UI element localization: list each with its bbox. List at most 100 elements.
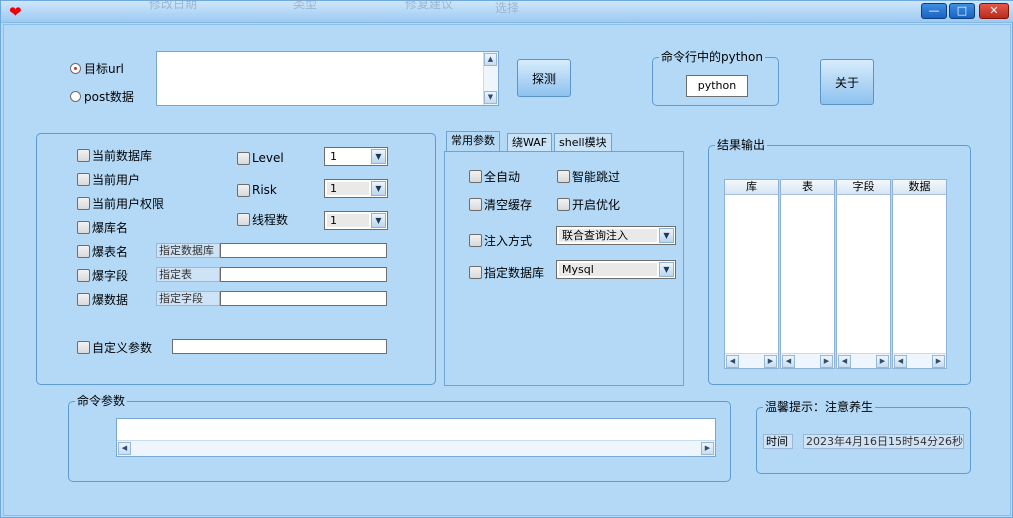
spec-db-input[interactable] <box>220 243 387 258</box>
tips-group-title: 温馨提示：注意养生 <box>763 400 876 414</box>
checkbox-clear-cache[interactable]: 清空缓存 <box>469 196 532 213</box>
results-list-db[interactable]: 库 ◀ ▶ <box>724 179 779 369</box>
column-header[interactable]: 库 <box>725 180 778 195</box>
checkbox-box <box>237 213 250 226</box>
db-type-select[interactable]: Mysql ▼ <box>556 260 676 279</box>
checkbox-dump-tables[interactable]: 爆表名 <box>77 243 128 260</box>
checkbox-threads[interactable]: 线程数 <box>237 211 288 228</box>
scroll-left-icon[interactable]: ◀ <box>782 355 795 368</box>
horizontal-scrollbar[interactable]: ◀ ▶ <box>837 353 890 368</box>
time-value: 2023年4月16日15时54分26秒 <box>803 434 964 449</box>
scroll-right-icon[interactable]: ▶ <box>820 355 833 368</box>
tab-common-params[interactable]: 常用参数 <box>446 131 500 152</box>
level-select[interactable]: 1 ▼ <box>324 147 388 166</box>
checkbox-custom-param[interactable]: 自定义参数 <box>77 339 152 356</box>
client-area: 目标url post数据 ▲ ▼ 探测 命令行中的python python 关… <box>3 24 1011 516</box>
command-output[interactable]: ◀ ▶ <box>116 418 716 457</box>
horizontal-scrollbar[interactable]: ◀ ▶ <box>725 353 778 368</box>
close-button[interactable]: ✕ <box>979 3 1009 19</box>
checkbox-dump-columns[interactable]: 爆字段 <box>77 267 128 284</box>
checkbox-box <box>77 197 90 210</box>
column-header[interactable]: 数据 <box>893 180 946 195</box>
checkbox-dump-dbs[interactable]: 爆库名 <box>77 219 128 236</box>
checkbox-label: 当前用户权限 <box>92 197 165 211</box>
common-params-panel: 全自动 智能跳过 清空缓存 开启优化 注入方式 联合查询注入 ▼ 指定数据库 My… <box>444 151 684 386</box>
checkbox-inject-method[interactable]: 注入方式 <box>469 232 532 249</box>
scroll-up-icon[interactable]: ▲ <box>484 53 497 66</box>
ghost-text-1: 修改日期 <box>149 0 198 11</box>
spec-field-input[interactable] <box>220 291 387 306</box>
checkbox-label: 当前数据库 <box>92 149 153 163</box>
horizontal-scrollbar[interactable]: ◀ ▶ <box>781 353 834 368</box>
scroll-left-icon[interactable]: ◀ <box>894 355 907 368</box>
custom-param-input[interactable] <box>172 339 387 354</box>
tab-shell-module[interactable]: shell模块 <box>554 133 612 152</box>
inject-method-select[interactable]: 联合查询注入 ▼ <box>556 226 676 245</box>
chevron-down-icon[interactable]: ▼ <box>371 149 386 164</box>
risk-select-value: 1 <box>330 182 337 195</box>
spec-table-input[interactable] <box>220 267 387 282</box>
checkbox-current-user[interactable]: 当前用户 <box>77 171 140 188</box>
chevron-down-icon[interactable]: ▼ <box>659 262 674 277</box>
about-button[interactable]: 关于 <box>820 59 874 105</box>
scroll-left-icon[interactable]: ◀ <box>726 355 739 368</box>
python-path-input[interactable]: python <box>686 75 748 97</box>
checkbox-label: 注入方式 <box>484 234 533 248</box>
checkbox-label: 指定数据库 <box>484 266 545 280</box>
checkbox-label: 线程数 <box>252 213 289 227</box>
chevron-down-icon[interactable]: ▼ <box>371 213 386 228</box>
python-group-title: 命令行中的python <box>659 50 765 64</box>
risk-select[interactable]: 1 ▼ <box>324 179 388 198</box>
column-header[interactable]: 表 <box>781 180 834 195</box>
scroll-right-icon[interactable]: ▶ <box>932 355 945 368</box>
chevron-down-icon[interactable]: ▼ <box>659 228 674 243</box>
checkbox-box <box>237 183 250 197</box>
threads-select[interactable]: 1 ▼ <box>324 211 388 230</box>
checkbox-box <box>469 266 482 279</box>
url-input[interactable]: ▲ ▼ <box>156 51 499 106</box>
chevron-down-icon[interactable]: ▼ <box>371 181 386 196</box>
scroll-right-icon[interactable]: ▶ <box>876 355 889 368</box>
checkbox-auto[interactable]: 全自动 <box>469 168 520 185</box>
checkbox-box <box>469 234 482 247</box>
spec-field-label: 指定字段 <box>156 291 220 306</box>
probe-button[interactable]: 探测 <box>517 59 571 97</box>
checkbox-box <box>77 245 90 258</box>
minimize-button[interactable]: — <box>921 3 947 19</box>
checkbox-spec-db[interactable]: 指定数据库 <box>469 264 544 281</box>
results-list-data[interactable]: 数据 ◀ ▶ <box>892 179 947 369</box>
radio-selected-indicator <box>70 63 81 74</box>
checkbox-label: Level <box>252 151 284 165</box>
checkbox-label: 智能跳过 <box>572 170 621 184</box>
spec-db-label: 指定数据库 <box>156 243 220 258</box>
results-list-field[interactable]: 字段 ◀ ▶ <box>836 179 891 369</box>
checkbox-label: 当前用户 <box>92 173 141 187</box>
title-bar: ❤ 修改日期 类型 修复建议 选择 — □ ✕ <box>1 0 1013 23</box>
scroll-left-icon[interactable]: ◀ <box>118 442 131 455</box>
checkbox-box <box>77 173 90 186</box>
db-type-value: Mysql <box>562 263 594 276</box>
horizontal-scrollbar[interactable]: ◀ ▶ <box>893 353 946 368</box>
column-header[interactable]: 字段 <box>837 180 890 195</box>
tab-bypass-waf[interactable]: 绕WAF <box>507 133 553 152</box>
checkbox-optimize[interactable]: 开启优化 <box>557 196 620 213</box>
scroll-right-icon[interactable]: ▶ <box>701 442 714 455</box>
results-list-table[interactable]: 表 ◀ ▶ <box>780 179 835 369</box>
url-input-scrollbar[interactable]: ▲ ▼ <box>483 52 498 105</box>
maximize-button[interactable]: □ <box>949 3 975 19</box>
horizontal-scrollbar[interactable]: ◀ ▶ <box>117 440 715 456</box>
checkbox-dump-data[interactable]: 爆数据 <box>77 291 128 308</box>
radio-target-url[interactable]: 目标url <box>70 60 124 77</box>
checkbox-label: 爆库名 <box>92 221 129 235</box>
checkbox-current-db[interactable]: 当前数据库 <box>77 147 152 164</box>
checkbox-current-user-priv[interactable]: 当前用户权限 <box>77 195 164 212</box>
level-select-value: 1 <box>330 150 337 163</box>
scroll-down-icon[interactable]: ▼ <box>484 91 497 104</box>
checkbox-box <box>469 198 482 211</box>
checkbox-smart-skip[interactable]: 智能跳过 <box>557 168 620 185</box>
scroll-left-icon[interactable]: ◀ <box>838 355 851 368</box>
checkbox-level[interactable]: Level <box>237 151 284 165</box>
radio-post-data[interactable]: post数据 <box>70 88 134 105</box>
checkbox-risk[interactable]: Risk <box>237 183 277 197</box>
scroll-right-icon[interactable]: ▶ <box>764 355 777 368</box>
